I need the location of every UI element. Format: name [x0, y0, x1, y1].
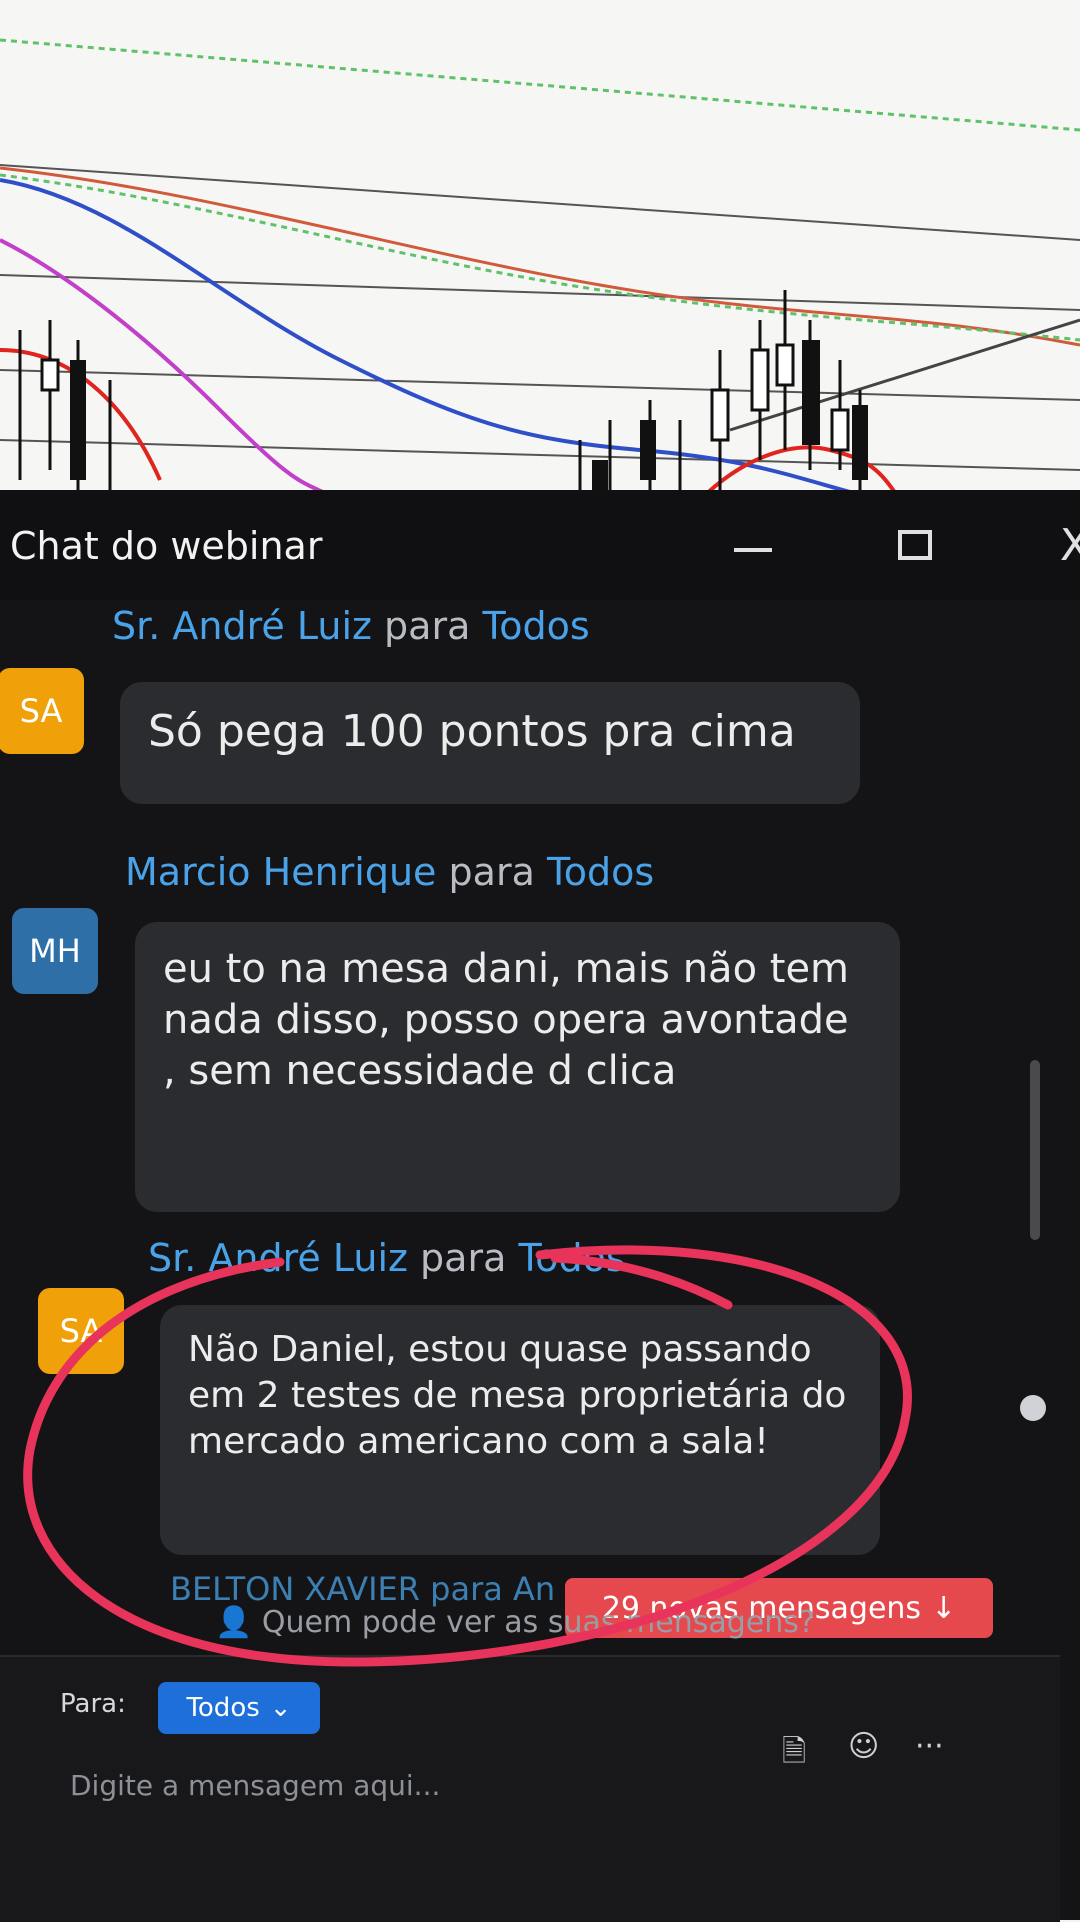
maximize-button[interactable]	[880, 515, 950, 575]
message-bubble: Não Daniel, estou quase passando em 2 te…	[160, 1305, 880, 1555]
window-resize-handle[interactable]	[1020, 1395, 1046, 1421]
visibility-text: Quem pode ver as suas mensagens?	[261, 1605, 815, 1640]
composer: Para: Todos ⌄ 🗎 ☺ ···	[0, 1655, 1060, 1922]
recipient-select[interactable]: Todos ⌄	[158, 1682, 320, 1734]
minimize-button[interactable]	[718, 515, 788, 575]
window-title: Chat do webinar	[10, 524, 323, 568]
maximize-icon	[898, 530, 932, 560]
recipient-name: Todos	[482, 604, 590, 648]
message-input[interactable]	[68, 1759, 752, 1811]
person-lock-icon: 👤	[215, 1605, 253, 1640]
to-label: Para:	[60, 1689, 126, 1719]
minimize-icon	[734, 548, 772, 552]
message-header: Sr. André Luiz para Todos	[148, 1236, 626, 1280]
message-header: Sr. André Luiz para Todos	[112, 604, 590, 648]
recipient-name: Todos	[546, 850, 655, 894]
partial-next-sender: BELTON XAVIER para An	[170, 1570, 556, 1608]
arrow-down-icon: ↓	[931, 1590, 957, 1626]
avatar: MH	[12, 908, 98, 994]
connector-text: para	[448, 850, 535, 894]
message-header: Marcio Henrique para Todos	[125, 850, 654, 894]
sender-name[interactable]: Sr. André Luiz	[148, 1236, 408, 1280]
more-icon[interactable]: ···	[915, 1729, 944, 1764]
recipient-name: Todos	[518, 1236, 626, 1280]
emoji-icon[interactable]: ☺	[848, 1729, 879, 1764]
chevron-down-icon: ⌄	[269, 1693, 292, 1723]
avatar: SA	[0, 668, 84, 754]
message-bubble: eu to na mesa dani, mais não tem nada di…	[135, 922, 900, 1212]
close-button[interactable]: X	[1040, 515, 1080, 575]
file-icon[interactable]: 🗎	[782, 1729, 806, 1780]
visibility-link[interactable]: 👤 Quem pode ver as suas mensagens?	[215, 1605, 815, 1640]
message-bubble: Só pega 100 pontos pra cima	[120, 682, 860, 804]
connector-text: para	[420, 1236, 507, 1280]
sender-name[interactable]: Marcio Henrique	[125, 850, 436, 894]
title-bar: Chat do webinar X	[0, 490, 1080, 600]
recipient-value: Todos	[186, 1693, 260, 1723]
connector-text: para	[384, 604, 471, 648]
scrollbar[interactable]	[1030, 1060, 1040, 1240]
avatar: SA	[38, 1288, 124, 1374]
sender-name[interactable]: Sr. André Luiz	[112, 604, 372, 648]
